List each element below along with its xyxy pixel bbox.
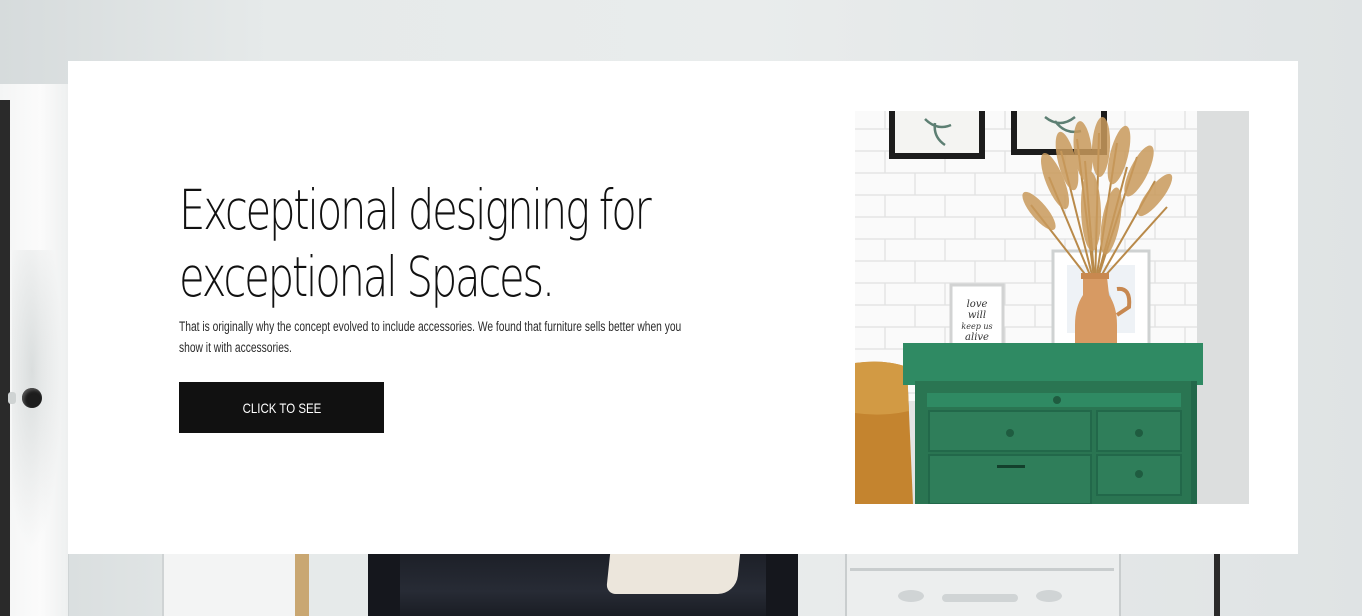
hero-card: Exceptional designing for exceptional Sp…: [68, 61, 1298, 554]
sofa-arm-right: [766, 554, 798, 616]
hero-headline: Exceptional designing for exceptional Sp…: [179, 177, 652, 311]
quote-word: will: [968, 310, 986, 321]
background-pillow: [605, 554, 741, 594]
click-to-see-button[interactable]: CLICK TO SEE: [179, 382, 384, 433]
green-dresser: [903, 343, 1203, 504]
hero-description: That is originally why the concept evolv…: [179, 319, 682, 355]
quote-word: keep us: [961, 322, 992, 331]
quote-word: love: [967, 299, 988, 310]
background-wooden-post: [295, 554, 309, 616]
background-dresser: [845, 554, 1121, 616]
cta-label: CLICK TO SEE: [242, 399, 321, 416]
dresser-knob: [1036, 590, 1062, 602]
door-latch: [8, 392, 16, 404]
dresser-knob: [898, 590, 924, 602]
door-knob: [22, 388, 42, 408]
headline-line-2: exceptional Spaces.: [179, 245, 555, 309]
hero-photo: love will keep us alive: [855, 111, 1249, 504]
quote-word: alive: [965, 332, 989, 343]
headline-line-1: Exceptional designing for: [179, 178, 652, 242]
background-lamp-leg: [1214, 554, 1220, 616]
wall-frame-left: [889, 111, 985, 159]
sofa-arm-left: [368, 554, 400, 616]
quote-frame: love will keep us alive: [949, 283, 1005, 351]
dresser-handle: [942, 594, 1018, 602]
interior-photo-illustration: love will keep us alive: [855, 111, 1249, 504]
background-cabinet: [162, 554, 304, 616]
door-frame: [0, 100, 10, 616]
dresser-top-edge: [850, 568, 1114, 571]
